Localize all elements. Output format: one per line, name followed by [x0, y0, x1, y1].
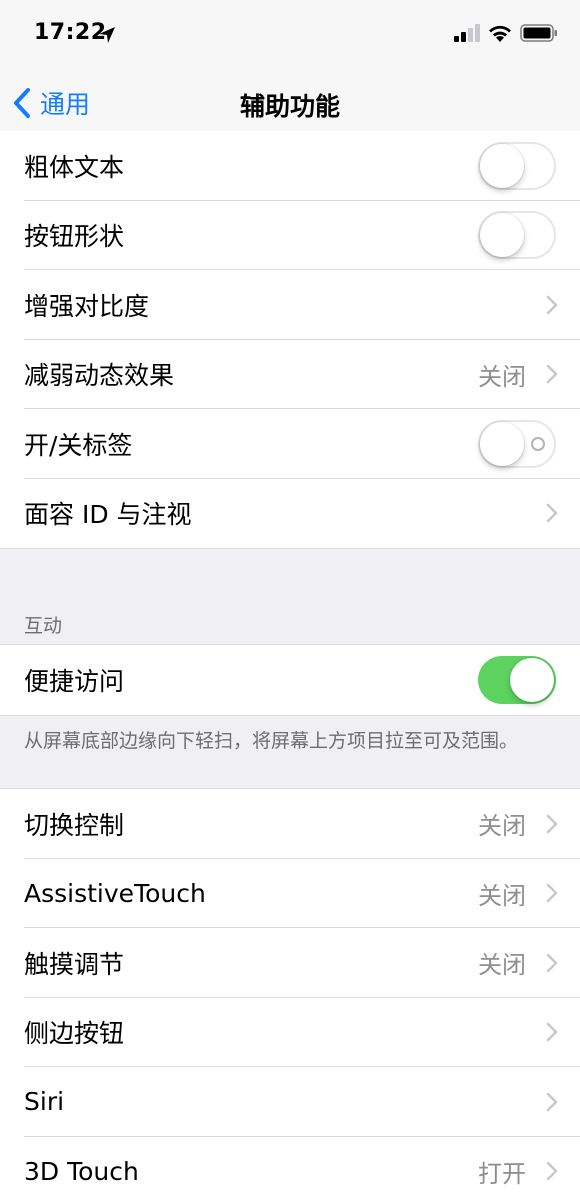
row-label: 切换控制 [24, 810, 125, 840]
chevron-right-icon [546, 1023, 558, 1042]
settings-row-reachability[interactable]: 便捷访问 [0, 645, 580, 715]
settings-row-3d-touch[interactable]: 3D Touch 打开 [0, 1137, 580, 1196]
settings-row-siri[interactable]: Siri [0, 1067, 580, 1137]
row-label: 增强对比度 [24, 291, 150, 321]
battery-icon [520, 24, 557, 42]
row-value: 关闭 [478, 812, 526, 841]
row-label: 减弱动态效果 [24, 361, 175, 391]
status-bar: 17:22 [0, 0, 580, 70]
row-value: 关闭 [478, 881, 526, 910]
controls-group: 切换控制 关闭 AssistiveTouch 关闭 触摸调节 关闭 侧边按钮 S… [0, 788, 580, 1196]
settings-row-switch-control[interactable]: 切换控制 关闭 [0, 789, 580, 859]
section-footer-note: 从屏幕底部边缘向下轻扫，将屏幕上方项目拉至可及范围。 [24, 730, 519, 752]
page-title: 辅助功能 [239, 92, 340, 121]
settings-row-increase-contrast[interactable]: 增强对比度 [0, 270, 580, 340]
settings-row-reduce-motion[interactable]: 减弱动态效果 关闭 [0, 340, 580, 410]
chevron-right-icon [546, 953, 558, 972]
chevron-right-icon [546, 295, 558, 314]
row-label: Siri [24, 1087, 65, 1117]
navigation-bar: 通用 辅助功能 [0, 70, 580, 137]
row-label: 触摸调节 [24, 949, 125, 979]
row-label: 面容 ID 与注视 [24, 500, 192, 530]
toggle-knob [480, 213, 524, 258]
chevron-right-icon [546, 504, 558, 523]
interaction-group: 便捷访问 [0, 644, 580, 716]
section-header-interaction: 互动 [24, 615, 63, 637]
toggle-knob [480, 421, 524, 466]
location-arrow-icon [99, 27, 115, 43]
settings-row-side-button[interactable]: 侧边按钮 [0, 998, 580, 1068]
row-label: 按钮形状 [24, 222, 125, 252]
chevron-right-icon [546, 884, 558, 903]
settings-row-face-id-attention[interactable]: 面容 ID 与注视 [0, 479, 580, 549]
reachability-toggle[interactable] [478, 655, 556, 704]
status-time: 17:22 [34, 20, 107, 45]
wifi-icon [489, 25, 511, 42]
toggle-knob [510, 657, 554, 702]
settings-row-touch-accommodations[interactable]: 触摸调节 关闭 [0, 928, 580, 998]
settings-row-assistivetouch[interactable]: AssistiveTouch 关闭 [0, 859, 580, 929]
row-label: 3D Touch [24, 1156, 139, 1186]
chevron-right-icon [546, 814, 558, 833]
settings-row-on-off-labels[interactable]: 开/关标签 [0, 409, 580, 479]
off-label-icon [531, 436, 545, 451]
on-off-labels-toggle[interactable] [478, 419, 556, 468]
toggle-knob [480, 143, 524, 188]
row-label: AssistiveTouch [24, 878, 206, 908]
cellular-signal-icon [454, 24, 480, 42]
row-label: 粗体文本 [24, 152, 125, 182]
vision-settings-group: 粗体文本 按钮形状 增强对比度 减弱动态效果 关闭 开/关标签 面容 ID 与注… [0, 131, 580, 549]
settings-row-button-shapes[interactable]: 按钮形状 [0, 201, 580, 271]
row-label: 开/关标签 [24, 430, 133, 460]
settings-row-bold-text[interactable]: 粗体文本 [0, 131, 580, 201]
bold-text-toggle[interactable] [478, 141, 556, 190]
row-value: 关闭 [478, 951, 526, 980]
row-label: 便捷访问 [24, 666, 125, 696]
row-value: 关闭 [478, 362, 526, 391]
row-value: 打开 [478, 1159, 526, 1188]
button-shapes-toggle[interactable] [478, 211, 556, 260]
chevron-right-icon [546, 1092, 558, 1111]
chevron-right-icon [546, 1162, 558, 1181]
chevron-right-icon [546, 365, 558, 384]
row-label: 侧边按钮 [24, 1019, 125, 1049]
